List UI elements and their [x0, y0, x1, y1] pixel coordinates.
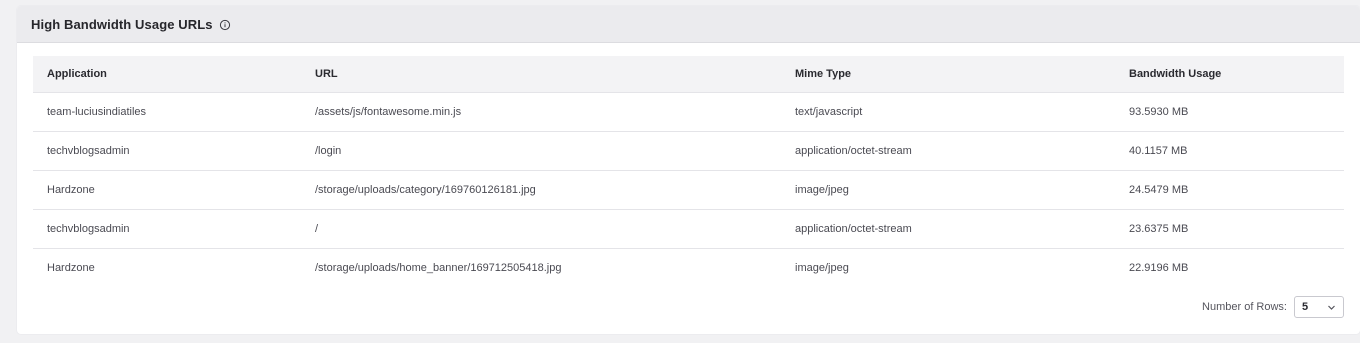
cell-url: /storage/uploads/home_banner/16971250541…	[301, 248, 781, 287]
cell-application: techvblogsadmin	[33, 131, 301, 171]
rows-per-page-label: Number of Rows:	[1202, 301, 1287, 313]
cell-application: Hardzone	[33, 170, 301, 210]
table-row: Hardzone /storage/uploads/category/16976…	[33, 170, 1344, 210]
table-row: Hardzone /storage/uploads/home_banner/16…	[33, 248, 1344, 287]
bandwidth-table-wrapper: Application URL Mime Type Bandwidth Usag…	[33, 56, 1344, 287]
cell-mime-type: image/jpeg	[781, 248, 1115, 287]
table-row: team-luciusindiatiles /assets/js/fontawe…	[33, 92, 1344, 132]
cell-mime-type: image/jpeg	[781, 170, 1115, 210]
rows-per-page-select[interactable]: 5	[1294, 296, 1344, 318]
column-header-application: Application	[47, 68, 107, 80]
cell-bandwidth: 24.5479 MB	[1115, 170, 1344, 210]
cell-application: team-luciusindiatiles	[33, 92, 301, 132]
high-bandwidth-panel: High Bandwidth Usage URLs Application UR…	[17, 6, 1360, 334]
cell-mime-type: application/octet-stream	[781, 131, 1115, 171]
cell-bandwidth: 40.1157 MB	[1115, 131, 1344, 171]
column-header-mime-type: Mime Type	[795, 68, 852, 80]
column-header-url: URL	[315, 68, 338, 80]
chevron-down-icon	[1327, 303, 1336, 312]
cell-mime-type: text/javascript	[781, 92, 1115, 132]
rows-per-page-control: Number of Rows: 5	[1202, 296, 1344, 318]
cell-mime-type: application/octet-stream	[781, 209, 1115, 249]
cell-application: techvblogsadmin	[33, 209, 301, 249]
panel-header: High Bandwidth Usage URLs	[17, 6, 1360, 43]
cell-url: /	[301, 209, 781, 249]
cell-bandwidth: 93.5930 MB	[1115, 92, 1344, 132]
table-header-row: Application URL Mime Type Bandwidth Usag…	[33, 56, 1344, 93]
table-row: techvblogsadmin / application/octet-stre…	[33, 209, 1344, 249]
table-row: techvblogsadmin /login application/octet…	[33, 131, 1344, 171]
info-circle-icon[interactable]	[219, 19, 231, 31]
rows-per-page-value: 5	[1302, 301, 1309, 313]
panel-title: High Bandwidth Usage URLs	[31, 16, 213, 32]
cell-bandwidth: 22.9196 MB	[1115, 248, 1344, 287]
column-header-bandwidth-usage: Bandwidth Usage	[1129, 68, 1222, 80]
bandwidth-table: Application URL Mime Type Bandwidth Usag…	[33, 56, 1344, 287]
cell-url: /storage/uploads/category/169760126181.j…	[301, 170, 781, 210]
cell-url: /assets/js/fontawesome.min.js	[301, 92, 781, 132]
cell-application: Hardzone	[33, 248, 301, 287]
cell-bandwidth: 23.6375 MB	[1115, 209, 1344, 249]
cell-url: /login	[301, 131, 781, 171]
